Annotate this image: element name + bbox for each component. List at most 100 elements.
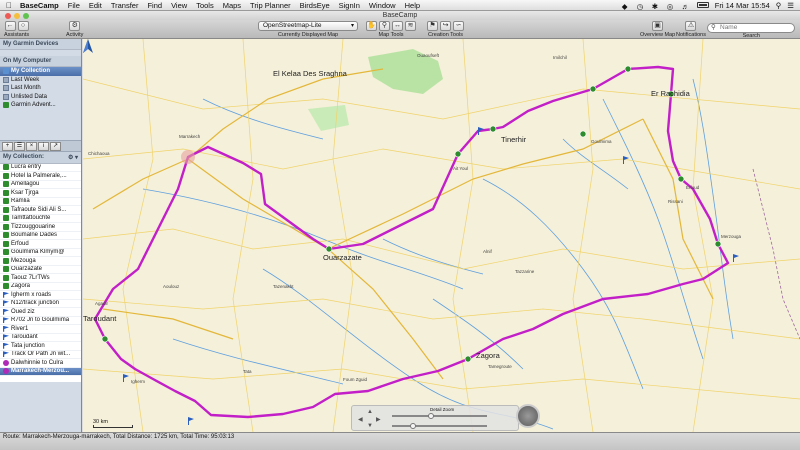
new-track-icon[interactable]: ∽ — [453, 21, 464, 31]
wifi-icon[interactable]: ◎ — [667, 2, 676, 11]
collection-item[interactable]: Tamttattouchte — [0, 214, 81, 223]
collection-item[interactable]: Erfoud — [0, 240, 81, 249]
menu-maps[interactable]: Maps — [223, 1, 241, 10]
zoom-track[interactable] — [392, 425, 487, 427]
library-item[interactable]: Last Month — [0, 84, 81, 93]
menu-birdseye[interactable]: BirdsEye — [300, 1, 330, 10]
collection-item[interactable]: Hotel la Palmerale,... — [0, 172, 81, 181]
map-label: Chichaoua — [88, 151, 110, 156]
waypoint-icon — [3, 215, 9, 222]
library-item[interactable]: Garmin Advent... — [0, 101, 81, 110]
menu-file[interactable]: File — [68, 1, 80, 10]
search-input[interactable]: ⚲ Name — [707, 23, 795, 33]
new-waypoint-icon[interactable]: ⚑ — [427, 21, 438, 31]
collection-item[interactable]: Ouarzazate — [0, 265, 81, 274]
collection-item[interactable]: R702 Jn to Goulmima — [0, 316, 81, 325]
collection-item[interactable]: Mezouga — [0, 257, 81, 266]
menu-window[interactable]: Window — [369, 1, 396, 10]
map-canvas[interactable] — [83, 39, 800, 432]
collection-options-icon[interactable]: ⚙ ▾ — [68, 154, 78, 161]
add-folder-icon[interactable]: + — [2, 141, 13, 151]
spotlight-icon[interactable]: ⚲ — [776, 1, 782, 10]
collection-item[interactable]: Tata junction — [0, 342, 81, 351]
timemachine-icon[interactable]: ◷ — [637, 2, 646, 11]
collection-item[interactable]: Tizzouggouarine — [0, 223, 81, 232]
battery-icon[interactable] — [696, 2, 709, 8]
collection-item[interactable]: Dalwhinnie to Culra — [0, 359, 81, 368]
zoom-knob[interactable] — [410, 423, 416, 429]
menu-help[interactable]: Help — [405, 1, 420, 10]
collection-item[interactable]: River1 — [0, 325, 81, 334]
collection-item[interactable]: Tafraoute Sidi Ali S... — [0, 206, 81, 215]
map-view[interactable]: El Kelaa Des Sraghna Ouarzazate Tinerhir… — [83, 39, 800, 432]
devices-header[interactable]: My Garmin Devices — [0, 39, 81, 50]
notifications-icon[interactable]: ⚠ — [685, 21, 697, 31]
profile-tool-icon[interactable]: ≋ — [405, 21, 416, 31]
creation-tools-group: ⚑ ↪ ∽ Creation Tools — [427, 21, 464, 38]
measure-tool-icon[interactable]: ↔ — [392, 21, 403, 31]
close-window-icon[interactable] — [5, 12, 11, 19]
pan-up-icon[interactable]: ▲ — [367, 409, 373, 415]
collection-item[interactable]: Lucra entry — [0, 163, 81, 172]
activity-icon[interactable]: ⚙ — [69, 21, 81, 31]
library-item[interactable]: My Collection — [0, 67, 81, 76]
app-menu[interactable]: BaseCamp — [20, 1, 59, 10]
apple-menu-icon[interactable]:  — [6, 1, 12, 10]
pan-left-icon[interactable]: ◀ — [358, 416, 363, 423]
minimize-window-icon[interactable] — [14, 12, 20, 19]
new-route-icon[interactable]: ↪ — [440, 21, 451, 31]
delete-icon[interactable]: × — [26, 141, 37, 151]
flag-icon — [3, 291, 9, 298]
search-icon: ⚲ — [711, 24, 716, 31]
zoom-window-icon[interactable] — [23, 12, 29, 19]
volume-icon[interactable]: ♬ — [682, 2, 691, 11]
map-select-label: Currently Displayed Map — [277, 32, 339, 38]
map-product-select[interactable]: OpenStreetmap-Lite — [258, 21, 358, 31]
menu-edit[interactable]: Edit — [89, 1, 102, 10]
computer-header[interactable]: On My Computer — [0, 56, 81, 67]
collection-item[interactable]: N12/track junction — [0, 299, 81, 308]
collection-item[interactable]: Amellagou — [0, 180, 81, 189]
info-icon[interactable]: i — [38, 141, 49, 151]
map-label: Goulmima — [591, 139, 612, 144]
menu-clock[interactable]: Fri 14 Mar 15:54 — [715, 1, 770, 10]
share-icon[interactable]: ↗ — [50, 141, 61, 151]
menu-tools[interactable]: Tools — [196, 1, 214, 10]
collection-item[interactable]: Zagora — [0, 282, 81, 291]
collection-item[interactable]: Track Or Path Jn wit... — [0, 350, 81, 359]
collection-item[interactable]: Taouz 7LrTWs — [0, 274, 81, 283]
menu-signin[interactable]: SignIn — [339, 1, 360, 10]
dropbox-icon[interactable]: ◆ — [622, 2, 631, 11]
menu-transfer[interactable]: Transfer — [111, 1, 139, 10]
bluetooth-icon[interactable]: ✱ — [652, 2, 661, 11]
collection-item[interactable]: Ramlia — [0, 197, 81, 206]
map-label: Ait Youl — [453, 166, 469, 171]
north-arrow-icon[interactable] — [83, 39, 93, 53]
map-label: Ouaoufseft — [417, 53, 440, 58]
map-label: Tata — [243, 369, 252, 374]
detail-zoom-knob[interactable] — [428, 413, 434, 419]
collection-item[interactable]: Boumalne Dades — [0, 231, 81, 240]
collection-item[interactable]: Taroudant — [0, 333, 81, 342]
collection-item[interactable]: Igherm x roads — [0, 291, 81, 300]
pan-down-icon[interactable]: ▼ — [367, 423, 373, 429]
overview-map-icon[interactable]: ▣ — [652, 21, 664, 31]
hand-tool-icon[interactable]: ✋ — [366, 21, 377, 31]
menu-trip-planner[interactable]: Trip Planner — [250, 1, 291, 10]
notification-center-icon[interactable]: ☰ — [787, 1, 794, 10]
menu-find[interactable]: Find — [147, 1, 162, 10]
zoom-tool-icon[interactable]: ⚲ — [379, 21, 390, 31]
collection-item[interactable]: Marrakech-Merzou... — [0, 367, 81, 376]
menu-view[interactable]: View — [171, 1, 187, 10]
collection-item[interactable]: Oued ziz — [0, 308, 81, 317]
library-item[interactable]: Unlisted Data — [0, 93, 81, 102]
pan-right-icon[interactable]: ▶ — [376, 416, 381, 423]
assistant-icon[interactable]: ○ — [17, 21, 29, 31]
new-list-icon[interactable]: ☰ — [14, 141, 25, 151]
library-item[interactable]: Last Week — [0, 76, 81, 85]
collection-item[interactable]: Ksar Tjrga — [0, 189, 81, 198]
rotate-dial-icon[interactable] — [516, 404, 540, 428]
collection-item[interactable]: Goulmima Klmym@ — [0, 248, 81, 257]
assistant-back-icon[interactable]: ← — [4, 21, 16, 31]
detail-zoom-track[interactable] — [392, 415, 487, 417]
